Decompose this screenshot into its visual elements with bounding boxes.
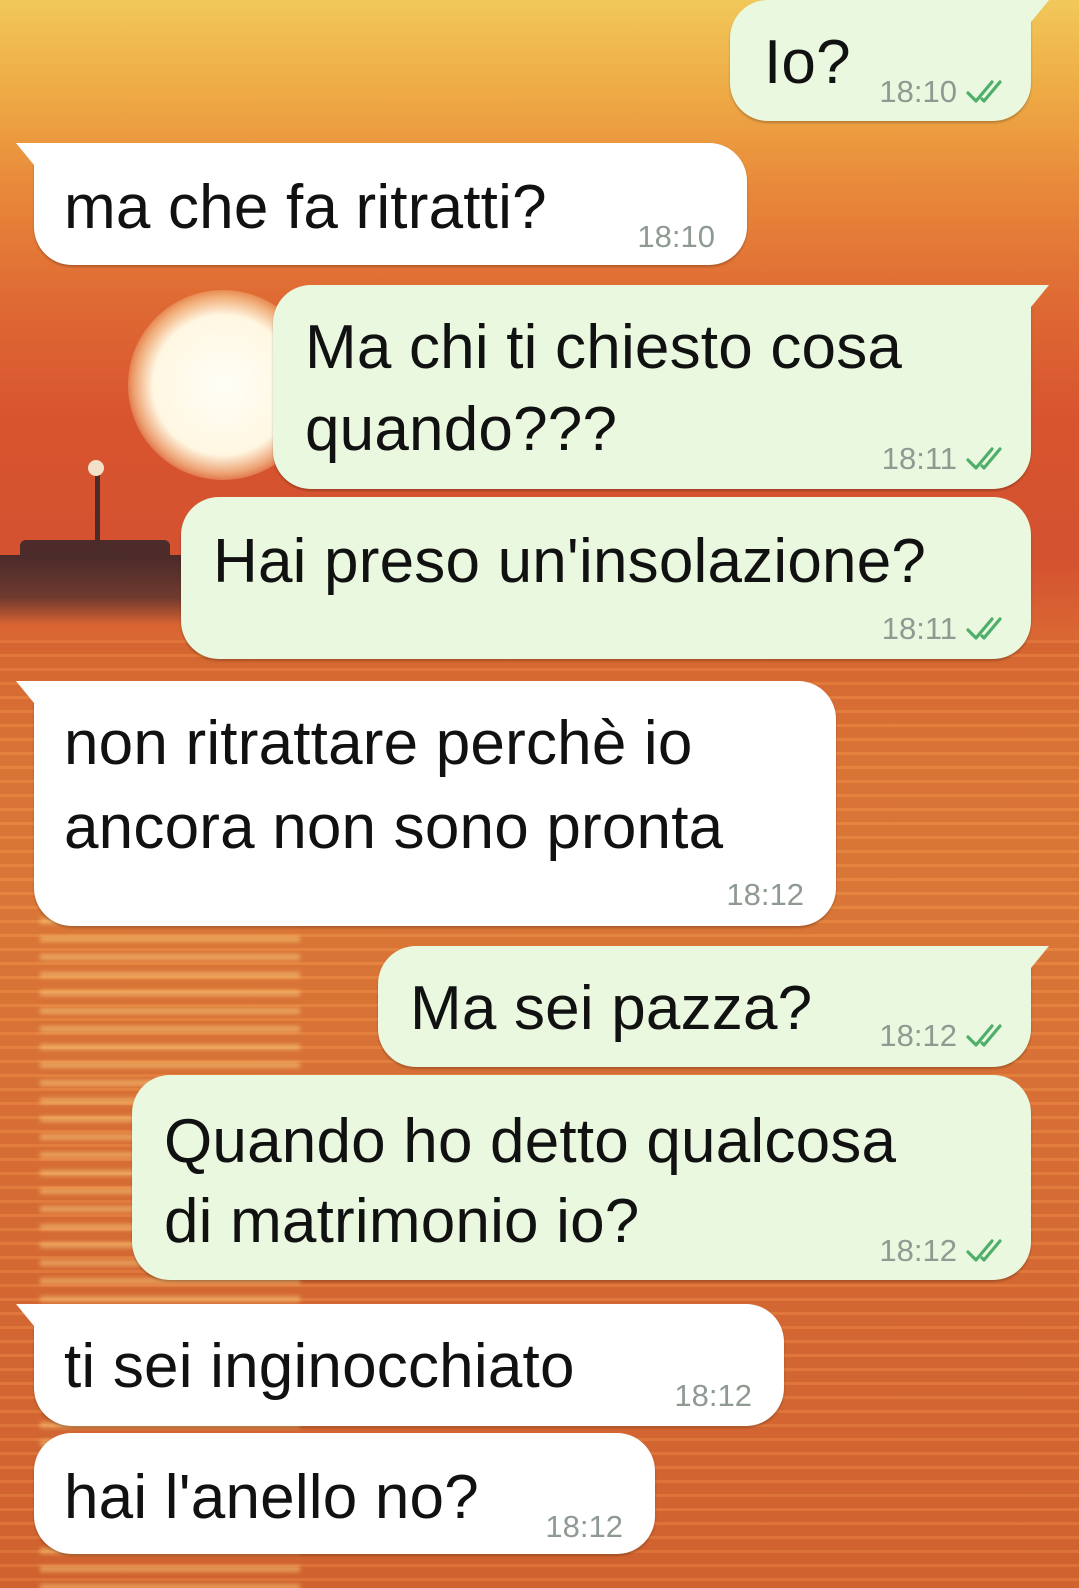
chat-message-list: Io? 18:10 ma che fa ritratti? 18:10 Ma c… (0, 0, 1079, 1588)
incoming-message[interactable]: hai l'anello no? 18:12 (34, 1433, 655, 1554)
message-meta: 18:12 (545, 1509, 623, 1545)
double-check-icon (966, 447, 1002, 470)
outgoing-message[interactable]: Ma sei pazza? 18:12 (378, 946, 1049, 1067)
message-time: 18:12 (879, 1233, 957, 1268)
message-text: Io? (764, 28, 851, 97)
message-text-line: ancora non sono pronta (64, 793, 724, 862)
incoming-message[interactable]: ma che fa ritratti? 18:10 (16, 143, 747, 265)
outgoing-message[interactable]: Ma chi ti chiesto cosa quando??? 18:11 (273, 285, 1049, 489)
message-text-line: Quando ho detto qualcosa (164, 1107, 897, 1176)
message-time: 18:10 (637, 219, 715, 254)
bubble-tail (16, 681, 34, 703)
message-meta: 18:12 (879, 1233, 1013, 1269)
message-meta: 18:12 (879, 1018, 1013, 1054)
outgoing-message[interactable]: Hai preso un'insolazione? 18:11 (181, 497, 1031, 659)
message-meta: 18:10 (879, 74, 1013, 110)
message-time: 18:12 (879, 1018, 957, 1053)
double-check-icon (966, 1239, 1002, 1262)
message-text: Hai preso un'insolazione? (213, 527, 927, 596)
message-text: ma che fa ritratti? (64, 173, 547, 242)
double-check-icon (966, 617, 1002, 640)
message-time: 18:12 (674, 1378, 752, 1413)
message-time: 18:11 (881, 611, 957, 646)
double-check-icon (966, 1024, 1002, 1047)
message-text: Ma sei pazza? (410, 974, 813, 1043)
message-meta: 18:12 (726, 877, 804, 913)
message-time: 18:11 (881, 441, 957, 476)
message-text-line: Ma chi ti chiesto cosa (305, 313, 903, 382)
message-time: 18:12 (545, 1509, 623, 1544)
message-meta: 18:10 (637, 219, 715, 255)
incoming-message[interactable]: non ritrattare perchè io ancora non sono… (16, 681, 836, 926)
message-meta: 18:12 (674, 1378, 752, 1414)
outgoing-message[interactable]: Quando ho detto qualcosa di matrimonio i… (132, 1075, 1031, 1280)
message-text-line: non ritrattare perchè io (64, 709, 693, 778)
bubble-tail (1031, 285, 1049, 307)
message-text: hai l'anello no? (64, 1463, 479, 1532)
message-text-line: quando??? (305, 395, 618, 464)
outgoing-message[interactable]: Io? 18:10 (730, 0, 1049, 121)
message-meta: 18:11 (882, 611, 1013, 647)
bubble-tail (16, 1304, 34, 1326)
message-meta: 18:11 (882, 441, 1013, 477)
incoming-message[interactable]: ti sei inginocchiato 18:12 (16, 1304, 784, 1426)
message-time: 18:12 (726, 877, 804, 912)
message-text: ti sei inginocchiato (64, 1332, 575, 1401)
bubble-tail (1031, 946, 1049, 968)
message-time: 18:10 (879, 74, 957, 109)
message-text-line: di matrimonio io? (164, 1187, 640, 1256)
bubble-tail (1031, 0, 1049, 22)
bubble-tail (16, 143, 34, 165)
double-check-icon (966, 80, 1002, 103)
